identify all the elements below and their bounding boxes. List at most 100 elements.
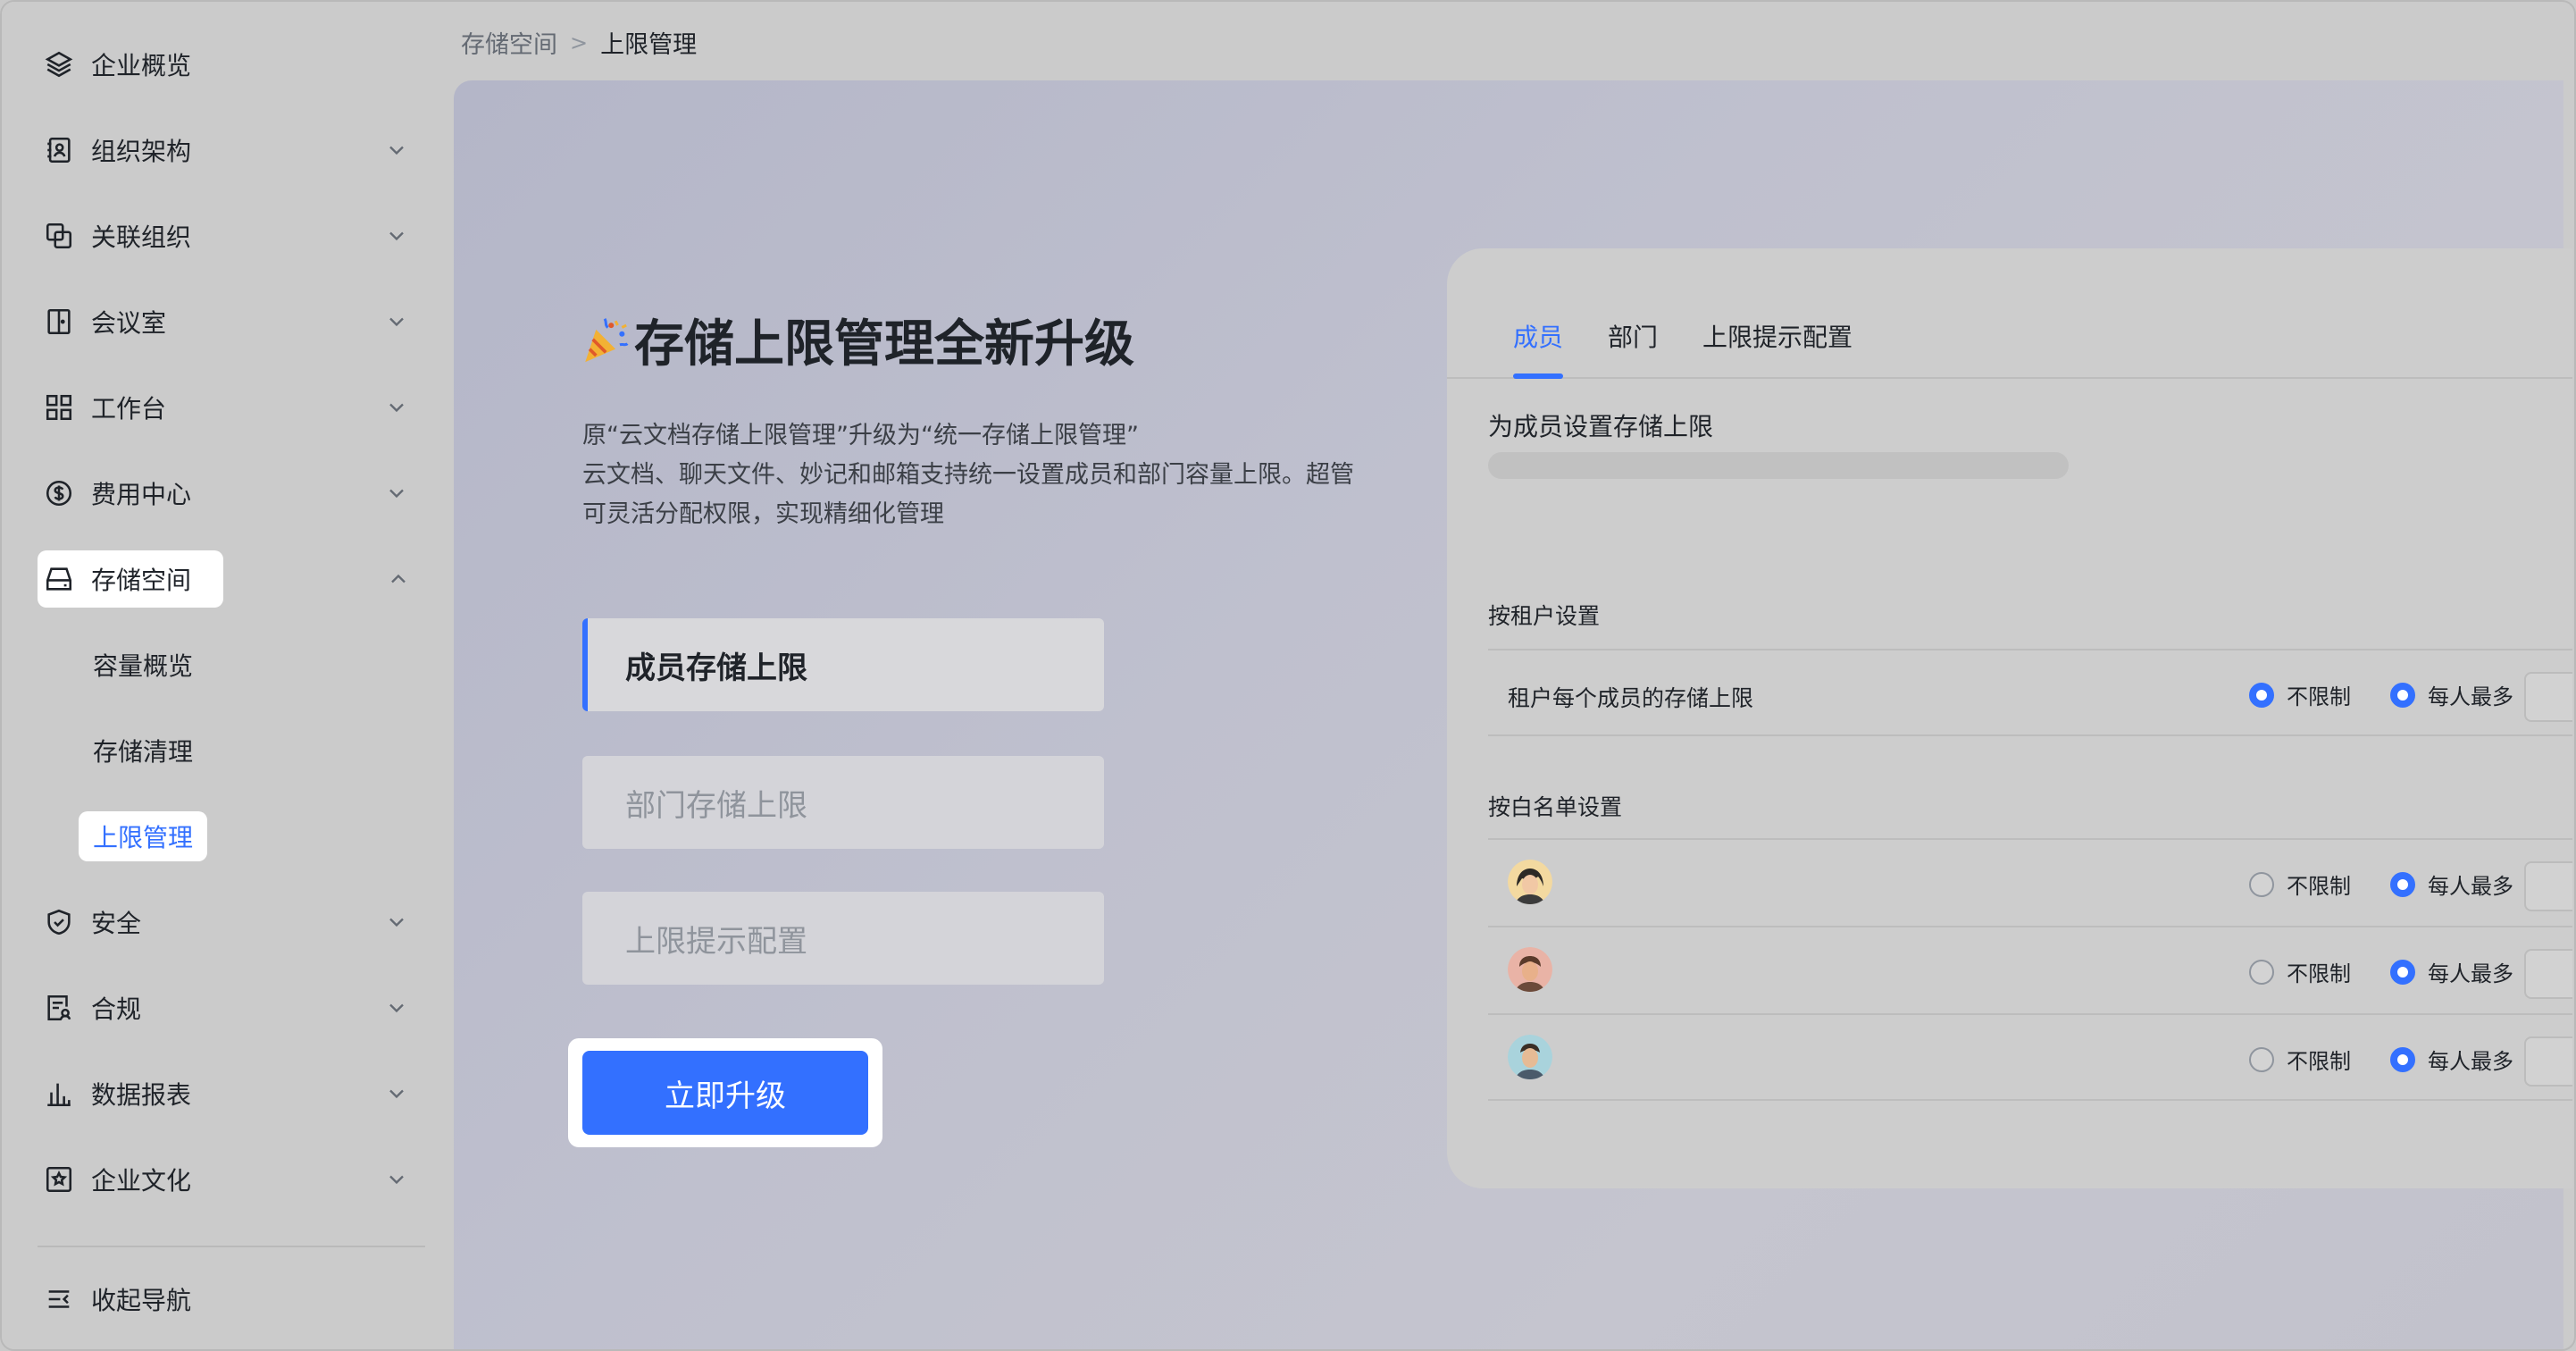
promo-desc-line: 云文档、聊天文件、妙记和邮箱支持统一设置成员和部门容量上限。超管 <box>582 461 1354 489</box>
tenant-row-label: 租户每个成员的存储上限 <box>1508 685 1754 711</box>
tenant-limit-row: 租户每个成员的存储上限 不限制 每人最多 <box>1488 649 2572 736</box>
limit-input[interactable] <box>2524 861 2572 911</box>
sidebar-subitem-cleanup[interactable]: 存储清理 <box>93 726 193 776</box>
radio-max-per-person[interactable]: 每人最多 <box>2390 956 2513 987</box>
limit-input[interactable] <box>2524 1036 2572 1087</box>
radio-dot <box>2390 871 2415 897</box>
shield-icon <box>43 906 75 938</box>
sidebar-item-storage[interactable]: 存储空间 <box>38 550 223 608</box>
whitelist-row: 不限制 每人最多 <box>1488 838 2572 926</box>
sidebar-divider <box>38 1246 425 1247</box>
avatar <box>1508 1035 1552 1079</box>
radio-dot <box>2390 1046 2415 1072</box>
radio-max-per-person[interactable]: 每人最多 <box>2390 868 2513 900</box>
skeleton-placeholder <box>1488 452 2069 479</box>
sidebar-item-label: 关联组织 <box>91 222 192 252</box>
sidebar-item-meeting-room[interactable]: 会议室 <box>38 293 422 350</box>
promo-description: 原“云文档存储上限管理”升级为“统一存储上限管理” 云文档、聊天文件、妙记和邮箱… <box>582 416 1404 534</box>
grid-icon <box>43 391 75 424</box>
layers-icon <box>43 48 75 80</box>
breadcrumb-current: 上限管理 <box>600 31 698 59</box>
chevron-down-icon <box>389 1003 404 1013</box>
sidebar-subitem-limit[interactable]: 上限管理 <box>79 811 208 861</box>
tab-departments[interactable]: 部门 <box>1608 318 1658 354</box>
radio-unlimited[interactable]: 不限制 <box>2249 868 2351 900</box>
sidebar-item-org[interactable]: 组织架构 <box>38 122 422 179</box>
sidebar-item-culture[interactable]: 企业文化 <box>38 1151 422 1208</box>
sidebar-item-security[interactable]: 安全 <box>38 894 422 951</box>
radio-dot <box>2390 682 2415 708</box>
sidebar-item-label: 企业文化 <box>91 1166 192 1196</box>
tenant-group-label: 按租户设置 <box>1488 603 1601 629</box>
avatar <box>1508 860 1552 904</box>
door-icon <box>43 306 75 338</box>
radio-dot <box>2390 959 2415 985</box>
radio-dot <box>2249 871 2274 897</box>
sidebar-item-label: 工作台 <box>91 394 167 424</box>
radio-dot <box>2249 1046 2274 1072</box>
sidebar-item-label: 组织架构 <box>91 137 192 166</box>
upgrade-button-highlight: 立即升级 <box>568 1038 882 1147</box>
chevron-down-icon <box>389 317 404 327</box>
radio-max-per-person[interactable]: 每人最多 <box>2390 1044 2513 1075</box>
drive-icon <box>43 563 75 595</box>
sidebar-item-label: 数据报表 <box>91 1080 192 1110</box>
collapse-icon <box>43 1283 75 1315</box>
feature-limit-alert-config[interactable]: 上限提示配置 <box>582 892 1104 985</box>
radio-dot <box>2249 682 2274 708</box>
promo-desc-line: 原“云文档存储上限管理”升级为“统一存储上限管理” <box>582 422 1139 449</box>
limit-input[interactable] <box>2524 949 2572 999</box>
chevron-down-icon <box>389 489 404 499</box>
chevron-down-icon <box>389 1175 404 1185</box>
radio-dot <box>2249 959 2274 985</box>
tab-members[interactable]: 成员 <box>1513 318 1563 354</box>
chevron-down-icon <box>389 918 404 927</box>
sidebar-item-label: 安全 <box>91 909 142 938</box>
sidebar-item-compliance[interactable]: 合规 <box>38 979 422 1036</box>
chevron-down-icon <box>389 146 404 155</box>
sidebar-item-linked-org[interactable]: 关联组织 <box>38 207 422 264</box>
sidebar: 企业概览 组织架构 关联组织 会议室 工作台 费用中心 存储空间 容量概览 存储… <box>2 2 448 1349</box>
chevron-down-icon <box>389 231 404 241</box>
upgrade-promo-panel: 存储上限管理全新升级 原“云文档存储上限管理”升级为“统一存储上限管理” 云文档… <box>454 80 2572 1349</box>
active-tab-indicator <box>1513 373 1563 379</box>
whitelist-row: 不限制 每人最多 <box>1488 1013 2572 1101</box>
breadcrumb: 存储空间 > 上限管理 <box>461 25 697 60</box>
sidebar-item-label: 费用中心 <box>91 480 192 509</box>
chevron-up-icon[interactable] <box>386 566 411 592</box>
sidebar-item-billing[interactable]: 费用中心 <box>38 465 422 522</box>
radio-unlimited[interactable]: 不限制 <box>2249 679 2351 710</box>
promo-desc-line: 可灵活分配权限，实现精细化管理 <box>582 500 944 528</box>
upgrade-now-button[interactable]: 立即升级 <box>582 1051 868 1135</box>
sidebar-item-label: 合规 <box>91 994 142 1024</box>
sidebar-item-label: 会议室 <box>91 308 167 338</box>
chevron-down-icon <box>389 403 404 413</box>
tab-limit-alert[interactable]: 上限提示配置 <box>1702 318 1853 354</box>
dollar-icon <box>43 477 75 509</box>
radio-unlimited[interactable]: 不限制 <box>2249 1044 2351 1075</box>
feature-department-limit[interactable]: 部门存储上限 <box>582 756 1104 849</box>
feature-member-limit[interactable]: 成员存储上限 <box>582 618 1104 711</box>
collapse-nav-button[interactable]: 收起导航 <box>38 1271 422 1328</box>
whitelist-row: 不限制 每人最多 <box>1488 926 2572 1013</box>
breadcrumb-parent[interactable]: 存储空间 <box>461 25 557 60</box>
party-popper-icon <box>585 317 629 362</box>
culture-icon <box>43 1163 75 1196</box>
bar-chart-icon <box>43 1078 75 1110</box>
whitelist-group-label: 按白名单设置 <box>1488 794 1623 820</box>
radio-max-per-person[interactable]: 每人最多 <box>2390 679 2513 710</box>
settings-preview-card: 成员 部门 上限提示配置 为成员设置存储上限 按租户设置 租户每个成员的存储上限… <box>1447 248 2572 1188</box>
collapse-nav-label: 收起导航 <box>91 1286 192 1315</box>
sidebar-item-reports[interactable]: 数据报表 <box>38 1065 422 1122</box>
breadcrumb-separator: > <box>570 29 589 55</box>
promo-title: 存储上限管理全新升级 <box>579 304 1134 376</box>
sidebar-item-overview[interactable]: 企业概览 <box>38 36 422 93</box>
radio-unlimited[interactable]: 不限制 <box>2249 956 2351 987</box>
sidebar-item-label: 存储空间 <box>91 566 192 595</box>
org-chart-icon <box>43 134 75 166</box>
limit-input[interactable] <box>2524 672 2572 722</box>
sidebar-subitem-capacity[interactable]: 容量概览 <box>93 640 193 690</box>
link-org-icon <box>43 220 75 252</box>
preview-tabs: 成员 部门 上限提示配置 <box>1447 248 2572 379</box>
sidebar-item-workplace[interactable]: 工作台 <box>38 379 422 436</box>
